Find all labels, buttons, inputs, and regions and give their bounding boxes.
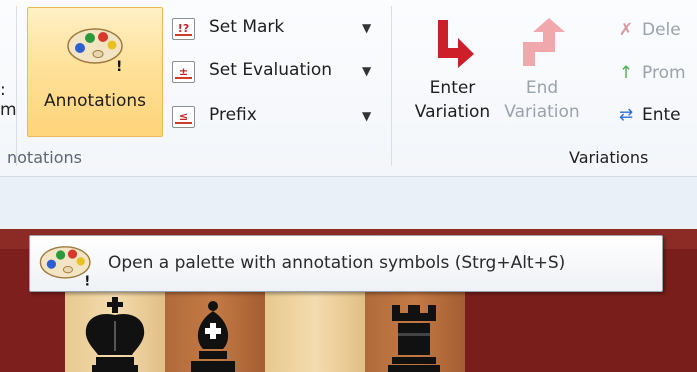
enter-variation-line1: Enter [429, 78, 476, 98]
chevron-down-icon[interactable]: ▼ [362, 21, 371, 35]
ribbon: : m ! Annotations !? Set Mark ▼ ± Set Ev… [0, 0, 697, 177]
delete-icon: ✗ [618, 20, 634, 40]
enter-button[interactable]: ⇄ Ente [616, 105, 681, 125]
tooltip-text: Open a palette with annotation symbols (… [108, 253, 566, 273]
svg-text:!: ! [84, 274, 90, 288]
set-mark-button[interactable]: !? Set Mark ▼ [172, 15, 387, 47]
enter-variation-button[interactable]: Enter Variation [405, 16, 500, 124]
promote-icon: ↑ [618, 63, 634, 83]
end-variation-arrow-icon [523, 18, 565, 66]
group-separator [16, 6, 17, 166]
annotations-button[interactable]: ! Annotations [27, 7, 163, 137]
set-evaluation-label: Set Evaluation [209, 60, 333, 80]
toolbar-strip [0, 177, 697, 229]
variations-group-caption: Variations [569, 148, 649, 167]
enter-variation-line2: Variation [414, 102, 491, 122]
end-variation-line2: Variation [504, 102, 580, 122]
palette-icon: ! [67, 28, 123, 74]
truncated-label: m [0, 100, 17, 120]
delete-variation-label: Dele [642, 20, 681, 40]
set-mark-label: Set Mark [209, 17, 285, 37]
chevron-down-icon[interactable]: ▼ [362, 109, 371, 123]
prefix-label: Prefix [209, 105, 257, 125]
enter-variation-arrow-icon [437, 20, 474, 68]
set-evaluation-button[interactable]: ± Set Evaluation ▼ [172, 58, 387, 90]
truncated-label: : [0, 80, 6, 100]
prefix-icon: ≤ [172, 106, 195, 128]
palette-icon: ! [39, 246, 91, 288]
set-evaluation-icon: ± [172, 61, 195, 83]
enter-icon: ⇄ [618, 105, 634, 125]
svg-text:!: ! [116, 59, 122, 74]
end-variation-button[interactable]: End Variation [502, 16, 582, 124]
chevron-down-icon[interactable]: ▼ [362, 64, 371, 78]
enter-label: Ente [642, 105, 681, 125]
black-king-icon[interactable] [78, 297, 152, 372]
annotations-group-caption: notations [7, 148, 82, 167]
group-separator [391, 6, 392, 166]
annotations-button-label: Annotations [43, 91, 147, 111]
promote-variation-label: Prom [642, 63, 686, 83]
set-mark-icon: !? [172, 18, 195, 40]
delete-variation-button[interactable]: ✗ Dele [616, 20, 681, 40]
prefix-button[interactable]: ≤ Prefix ▼ [172, 103, 387, 135]
end-variation-line1: End [525, 78, 559, 98]
promote-variation-button[interactable]: ↑ Prom [616, 63, 686, 83]
black-rook-icon[interactable] [384, 305, 444, 372]
tooltip: ! Open a palette with annotation symbols… [29, 235, 663, 292]
black-bishop-icon[interactable] [183, 301, 243, 372]
